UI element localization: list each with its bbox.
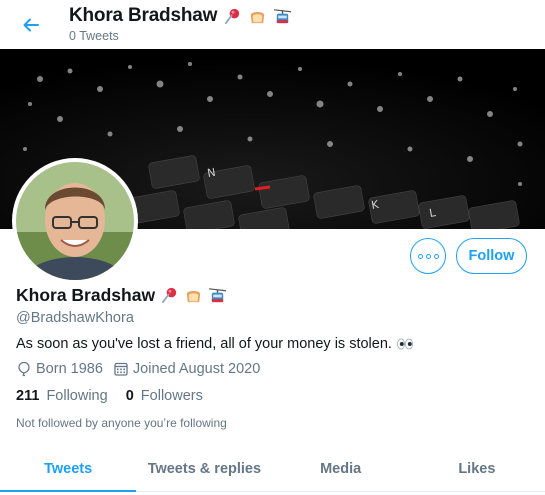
followers-count: 0 — [125, 388, 134, 404]
joined-text: Joined August 2020 — [132, 361, 261, 377]
header-name: Khora Bradshaw — [69, 5, 218, 26]
eyes-icon — [396, 338, 413, 350]
pushpin-icon — [225, 8, 240, 24]
bread-icon — [186, 290, 201, 303]
back-arrow-icon — [23, 18, 39, 32]
top-bar: Khora Bradshaw 0 Tweets — [0, 0, 545, 49]
following-label: Following — [46, 388, 108, 404]
followers-link[interactable]: 0 Followers — [126, 388, 203, 404]
calendar-icon — [114, 362, 128, 376]
tab-media[interactable]: Media — [273, 447, 409, 491]
tab-likes[interactable]: Likes — [409, 447, 545, 491]
display-name: Khora Bradshaw — [16, 285, 156, 305]
born-text: Born 1986 — [36, 361, 103, 377]
avatar[interactable] — [12, 158, 138, 284]
tab-tweets[interactable]: Tweets — [0, 447, 137, 492]
header-title: Khora Bradshaw — [69, 5, 292, 27]
pushpin-icon — [161, 287, 177, 304]
birth-info: Born 1986 — [16, 361, 103, 377]
followed-by-text: Not followed by anyone you’re following — [16, 416, 227, 430]
tweet-count: 0 Tweets — [69, 29, 119, 43]
avatar-image — [16, 162, 134, 280]
aerial-tramway-icon — [274, 8, 292, 23]
bread-icon — [250, 11, 265, 23]
profile-name-row: Khora Bradshaw — [16, 285, 227, 306]
bio-text: As soon as you've lost a friend, all of … — [16, 336, 392, 352]
following-link[interactable]: 211 Following — [16, 388, 108, 404]
aerial-tramway-icon — [208, 288, 227, 303]
profile-meta: Born 1986 Joined August 2020 — [16, 361, 270, 377]
back-button[interactable] — [16, 10, 46, 40]
profile-tabs: Tweets Tweets & replies Media Likes — [0, 447, 545, 492]
followers-label: Followers — [140, 388, 203, 404]
following-count: 211 — [16, 388, 40, 404]
avatar-photo-icon — [16, 162, 134, 280]
tab-tweets-and-replies[interactable]: Tweets & replies — [136, 447, 272, 491]
profile-handle: @BradshawKhora — [16, 310, 134, 326]
follow-button[interactable]: Follow — [456, 238, 527, 274]
profile-bio: As soon as you've lost a friend, all of … — [16, 336, 414, 352]
more-options-button[interactable] — [410, 238, 446, 274]
follow-counts: 211 Following 0 Followers — [16, 388, 221, 404]
more-icon — [417, 253, 439, 259]
balloon-icon — [18, 361, 30, 377]
joined-info: Joined August 2020 — [113, 361, 260, 377]
